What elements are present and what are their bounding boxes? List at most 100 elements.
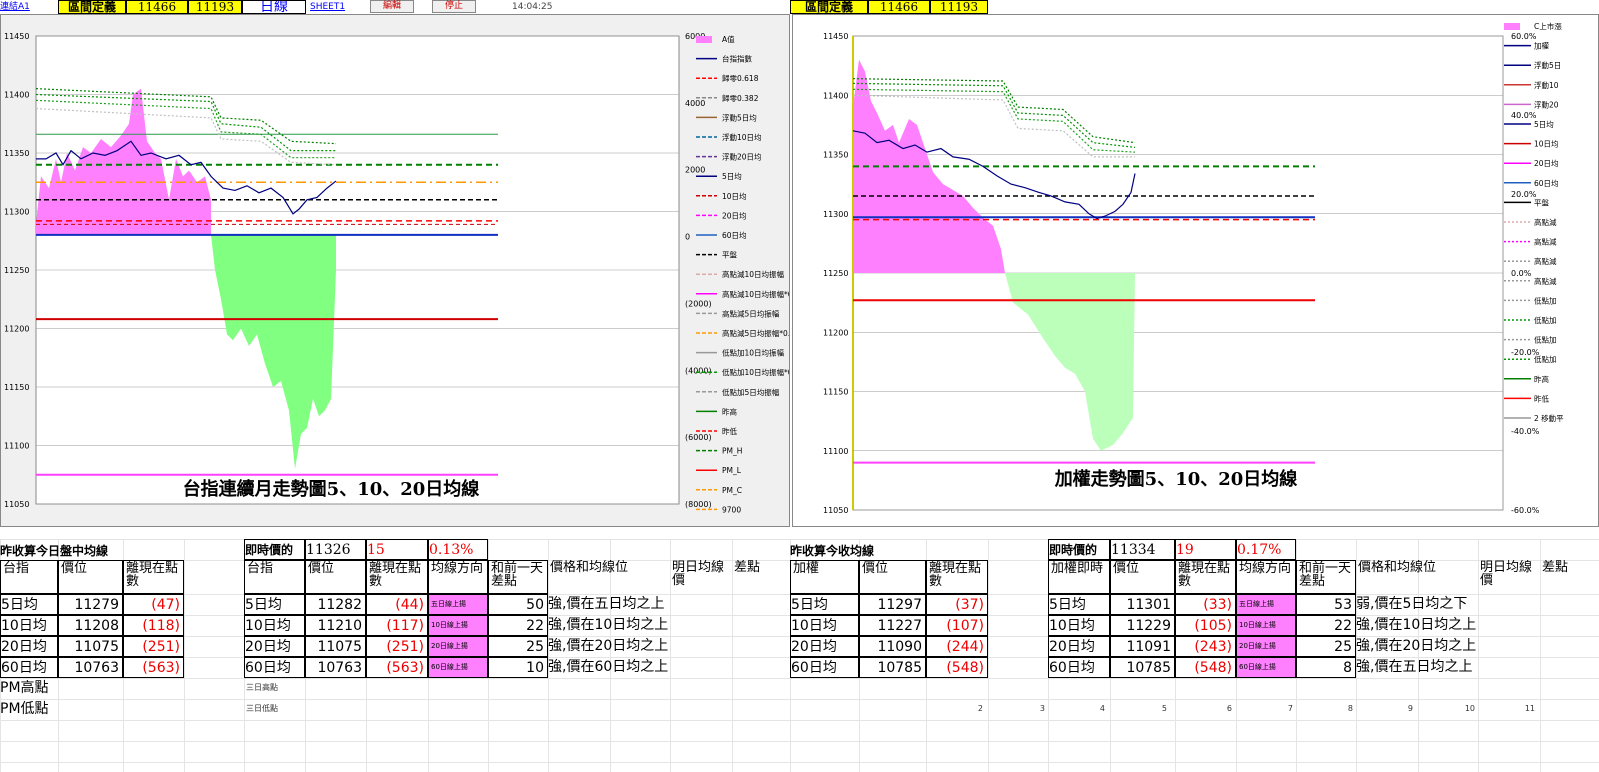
sheet1-link[interactable]: SHEET1 xyxy=(310,0,345,14)
mid-row-change: 50 xyxy=(488,594,548,615)
legend-label: 2 移動平 xyxy=(1534,413,1564,423)
mid-row-position: 強,價在20日均之上 xyxy=(548,638,669,654)
left-y2-tick: (6000) xyxy=(685,433,712,442)
right-table-title: 昨收算今收均線 xyxy=(790,544,875,558)
left-header-price: 價位 xyxy=(58,560,123,594)
column-number: 9 xyxy=(1407,704,1413,713)
far-header: 和前一天差點 xyxy=(1296,560,1356,594)
mid-now-price: 11326 xyxy=(305,539,366,560)
mid-row-diff: (563) xyxy=(366,657,428,678)
edit-button[interactable]: 編輯 xyxy=(370,0,414,13)
far-row-price: 11229 xyxy=(1110,615,1175,636)
right-y-tick: 11450 xyxy=(823,32,848,41)
mid-header: 台指 xyxy=(244,560,305,594)
right-row-name: 20日均 xyxy=(790,636,859,657)
right-y-tick: 11150 xyxy=(823,388,848,397)
three-day-high-label: 三日高點 xyxy=(246,683,278,692)
column-number: 7 xyxy=(1287,704,1293,713)
column-number: 10 xyxy=(1464,704,1475,713)
left-y2-tick: 2000 xyxy=(685,166,705,175)
legend-label: 高點減 xyxy=(1534,217,1557,227)
legend-label: A值 xyxy=(722,34,735,44)
left-y-tick: 11100 xyxy=(4,442,29,451)
clock-text: 14:04:25 xyxy=(512,2,553,12)
sheet-grid[interactable]: 昨收算今日盤中均線 台指 價位 離現在點數 5日均 11279 (47) 10日均 11208(… xyxy=(0,539,1599,772)
left-y2-tick: 0 xyxy=(685,233,690,242)
mid-row-change: 22 xyxy=(488,615,548,636)
day-line-box[interactable]: 日線 xyxy=(242,0,306,14)
left-header-index: 台指 xyxy=(0,560,58,594)
far-header: 均線方向 xyxy=(1236,560,1296,594)
right-y-tick: 11350 xyxy=(823,151,848,160)
grid-row xyxy=(0,741,1599,742)
legend-label: 低點加 xyxy=(1534,335,1557,345)
pm-low-label: PM低點 xyxy=(0,701,49,717)
left-y2-tick: (8000) xyxy=(685,500,712,509)
left-row-name: 60日均 xyxy=(0,657,58,678)
far-now-price: 11334 xyxy=(1110,539,1175,560)
left-y-tick: 11050 xyxy=(4,500,29,509)
link-a1[interactable]: 連結A1 xyxy=(0,0,30,14)
legend-label: 低點加 xyxy=(1534,315,1557,325)
left-row-name: 10日均 xyxy=(0,615,58,636)
legend-label: 浮動10日均 xyxy=(722,132,762,142)
taiex-weighted-chart[interactable]: 11450 11400 11350 11300 11250 11200 11150 11100… xyxy=(792,14,1599,527)
far-row-direction: 20日線上揚 xyxy=(1236,636,1296,657)
mid-row-diff: (117) xyxy=(366,615,428,636)
column-number: 11 xyxy=(1524,704,1535,713)
legend-label: 平盤 xyxy=(1534,197,1550,207)
legend-label: 浮動20 xyxy=(1534,99,1559,109)
left-row-price: 11279 xyxy=(58,594,123,615)
region-label: 區間定義 xyxy=(58,0,126,14)
three-day-low-label: 三日低點 xyxy=(246,704,278,713)
mid-row-direction: 60日線上揚 xyxy=(428,657,488,678)
right-y-tick: 11050 xyxy=(823,506,848,515)
legend-label: 高點減5日均振幅 xyxy=(722,308,780,318)
right-header-index: 加權 xyxy=(790,560,859,594)
far-row-name: 5日均 xyxy=(1048,594,1110,615)
right-y-tick: 11200 xyxy=(823,328,848,337)
mid-header: 價位 xyxy=(305,560,366,594)
grid-row xyxy=(0,539,1599,540)
right-row-price: 11227 xyxy=(859,615,926,636)
left-row-diff: (47) xyxy=(123,594,184,615)
column-number: 5 xyxy=(1161,704,1167,713)
mid-row-price: 11210 xyxy=(305,615,366,636)
mid-row-change: 25 xyxy=(488,636,548,657)
left-chart-svg: 11450 11400 11350 11300 11250 11200 11150 11100… xyxy=(1,15,789,526)
right-row-diff: (548) xyxy=(926,657,988,678)
stop-button[interactable]: 停止 xyxy=(432,0,476,13)
left-y-tick: 11150 xyxy=(4,383,29,392)
legend-label: 5日均 xyxy=(722,171,742,181)
mid-row-name: 5日均 xyxy=(244,594,305,615)
far-row-change: 22 xyxy=(1296,615,1356,636)
left-row-price: 11075 xyxy=(58,636,123,657)
left-y2-tick: (4000) xyxy=(685,366,712,375)
far-row-change: 53 xyxy=(1296,594,1356,615)
left-y-tick: 11300 xyxy=(4,208,29,217)
far-row-price: 10785 xyxy=(1110,657,1175,678)
legend-label: 20日均 xyxy=(1534,158,1559,168)
grid-row xyxy=(0,720,1599,721)
left-y-tick: 11450 xyxy=(4,32,29,41)
left-y-tick: 11400 xyxy=(4,91,29,100)
taiex-futures-chart[interactable]: 11450 11400 11350 11300 11250 11200 11150 11100… xyxy=(0,14,790,527)
legend-label: 低點加 xyxy=(1534,295,1557,305)
far-header: 離現在點數 xyxy=(1175,560,1236,594)
right-row-name: 10日均 xyxy=(790,615,859,636)
far-row-name: 10日均 xyxy=(1048,615,1110,636)
grid-row xyxy=(0,678,1599,679)
far-pct: 0.17% xyxy=(1236,539,1296,560)
far-row-diff: (105) xyxy=(1175,615,1236,636)
left-row-diff: (118) xyxy=(123,615,184,636)
far-change: 19 xyxy=(1175,539,1236,560)
mid-row-direction: 10日線上揚 xyxy=(428,615,488,636)
left-y-tick: 11200 xyxy=(4,325,29,334)
mid-row-position: 強,價在10日均之上 xyxy=(548,617,669,633)
mid-header: 明日均線價 xyxy=(672,560,725,588)
region-label-2: 區間定義 xyxy=(790,0,868,14)
right-row-diff: (244) xyxy=(926,636,988,657)
far-now-label: 即時價的 xyxy=(1048,539,1110,560)
legend-label: 加權 xyxy=(1534,41,1550,51)
legend-label: 9700 xyxy=(722,505,741,514)
